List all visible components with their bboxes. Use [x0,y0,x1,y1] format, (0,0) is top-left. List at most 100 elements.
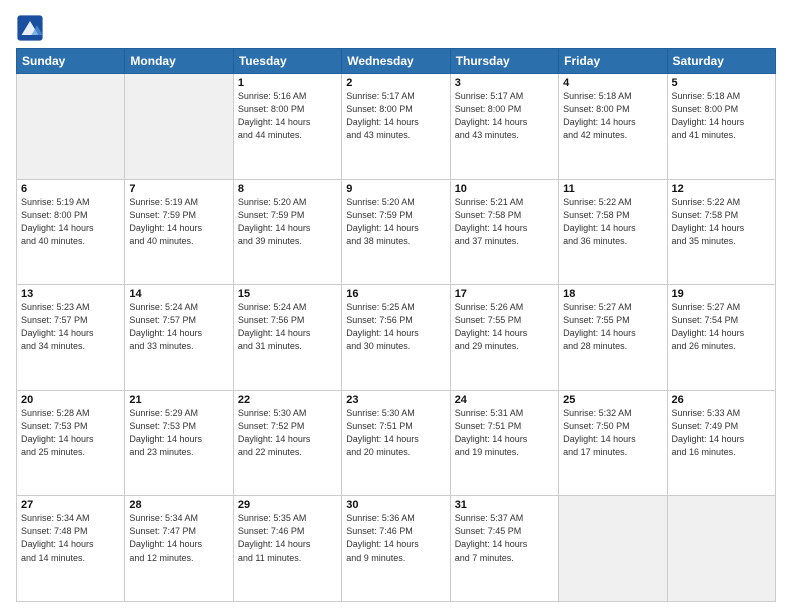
calendar-cell [559,496,667,602]
day-number: 11 [563,183,662,195]
day-number: 21 [129,394,228,406]
day-info: Sunrise: 5:22 AM Sunset: 7:58 PM Dayligh… [672,196,771,248]
day-info: Sunrise: 5:32 AM Sunset: 7:50 PM Dayligh… [563,407,662,459]
calendar-cell: 25Sunrise: 5:32 AM Sunset: 7:50 PM Dayli… [559,390,667,496]
day-number: 9 [346,183,445,195]
calendar-cell: 23Sunrise: 5:30 AM Sunset: 7:51 PM Dayli… [342,390,450,496]
week-row-3: 13Sunrise: 5:23 AM Sunset: 7:57 PM Dayli… [17,285,776,391]
day-number: 14 [129,288,228,300]
weekday-header-thursday: Thursday [450,49,558,74]
day-number: 3 [455,77,554,89]
day-info: Sunrise: 5:31 AM Sunset: 7:51 PM Dayligh… [455,407,554,459]
day-info: Sunrise: 5:17 AM Sunset: 8:00 PM Dayligh… [455,90,554,142]
header [16,10,776,42]
day-number: 12 [672,183,771,195]
day-info: Sunrise: 5:20 AM Sunset: 7:59 PM Dayligh… [346,196,445,248]
week-row-1: 1Sunrise: 5:16 AM Sunset: 8:00 PM Daylig… [17,74,776,180]
calendar-cell: 29Sunrise: 5:35 AM Sunset: 7:46 PM Dayli… [233,496,341,602]
day-number: 8 [238,183,337,195]
weekday-header-sunday: Sunday [17,49,125,74]
calendar-cell: 11Sunrise: 5:22 AM Sunset: 7:58 PM Dayli… [559,179,667,285]
day-number: 27 [21,499,120,511]
calendar-cell: 26Sunrise: 5:33 AM Sunset: 7:49 PM Dayli… [667,390,775,496]
day-info: Sunrise: 5:24 AM Sunset: 7:56 PM Dayligh… [238,301,337,353]
day-number: 5 [672,77,771,89]
day-number: 1 [238,77,337,89]
day-info: Sunrise: 5:17 AM Sunset: 8:00 PM Dayligh… [346,90,445,142]
day-info: Sunrise: 5:30 AM Sunset: 7:52 PM Dayligh… [238,407,337,459]
calendar-cell: 24Sunrise: 5:31 AM Sunset: 7:51 PM Dayli… [450,390,558,496]
day-number: 23 [346,394,445,406]
day-number: 7 [129,183,228,195]
day-number: 30 [346,499,445,511]
week-row-5: 27Sunrise: 5:34 AM Sunset: 7:48 PM Dayli… [17,496,776,602]
day-info: Sunrise: 5:18 AM Sunset: 8:00 PM Dayligh… [672,90,771,142]
logo [16,14,48,42]
day-info: Sunrise: 5:18 AM Sunset: 8:00 PM Dayligh… [563,90,662,142]
weekday-header-monday: Monday [125,49,233,74]
weekday-header-friday: Friday [559,49,667,74]
day-info: Sunrise: 5:30 AM Sunset: 7:51 PM Dayligh… [346,407,445,459]
day-number: 18 [563,288,662,300]
weekday-row: SundayMondayTuesdayWednesdayThursdayFrid… [17,49,776,74]
day-info: Sunrise: 5:20 AM Sunset: 7:59 PM Dayligh… [238,196,337,248]
week-row-4: 20Sunrise: 5:28 AM Sunset: 7:53 PM Dayli… [17,390,776,496]
calendar-cell: 28Sunrise: 5:34 AM Sunset: 7:47 PM Dayli… [125,496,233,602]
day-number: 31 [455,499,554,511]
day-info: Sunrise: 5:29 AM Sunset: 7:53 PM Dayligh… [129,407,228,459]
day-info: Sunrise: 5:34 AM Sunset: 7:47 PM Dayligh… [129,512,228,564]
day-info: Sunrise: 5:27 AM Sunset: 7:54 PM Dayligh… [672,301,771,353]
calendar-cell: 17Sunrise: 5:26 AM Sunset: 7:55 PM Dayli… [450,285,558,391]
calendar-cell: 21Sunrise: 5:29 AM Sunset: 7:53 PM Dayli… [125,390,233,496]
day-number: 16 [346,288,445,300]
day-number: 28 [129,499,228,511]
calendar-cell: 18Sunrise: 5:27 AM Sunset: 7:55 PM Dayli… [559,285,667,391]
weekday-header-saturday: Saturday [667,49,775,74]
day-number: 25 [563,394,662,406]
day-number: 10 [455,183,554,195]
day-number: 13 [21,288,120,300]
calendar-cell: 5Sunrise: 5:18 AM Sunset: 8:00 PM Daylig… [667,74,775,180]
logo-icon [16,14,44,42]
day-number: 4 [563,77,662,89]
calendar-cell: 2Sunrise: 5:17 AM Sunset: 8:00 PM Daylig… [342,74,450,180]
calendar-cell: 7Sunrise: 5:19 AM Sunset: 7:59 PM Daylig… [125,179,233,285]
day-number: 26 [672,394,771,406]
calendar-cell: 4Sunrise: 5:18 AM Sunset: 8:00 PM Daylig… [559,74,667,180]
day-number: 24 [455,394,554,406]
day-info: Sunrise: 5:34 AM Sunset: 7:48 PM Dayligh… [21,512,120,564]
day-info: Sunrise: 5:25 AM Sunset: 7:56 PM Dayligh… [346,301,445,353]
day-number: 29 [238,499,337,511]
calendar-cell: 30Sunrise: 5:36 AM Sunset: 7:46 PM Dayli… [342,496,450,602]
day-info: Sunrise: 5:28 AM Sunset: 7:53 PM Dayligh… [21,407,120,459]
calendar-cell: 16Sunrise: 5:25 AM Sunset: 7:56 PM Dayli… [342,285,450,391]
calendar-cell: 14Sunrise: 5:24 AM Sunset: 7:57 PM Dayli… [125,285,233,391]
day-info: Sunrise: 5:16 AM Sunset: 8:00 PM Dayligh… [238,90,337,142]
calendar-cell: 6Sunrise: 5:19 AM Sunset: 8:00 PM Daylig… [17,179,125,285]
day-number: 2 [346,77,445,89]
calendar-cell: 3Sunrise: 5:17 AM Sunset: 8:00 PM Daylig… [450,74,558,180]
calendar-cell: 10Sunrise: 5:21 AM Sunset: 7:58 PM Dayli… [450,179,558,285]
day-number: 17 [455,288,554,300]
calendar-cell: 8Sunrise: 5:20 AM Sunset: 7:59 PM Daylig… [233,179,341,285]
day-number: 22 [238,394,337,406]
weekday-header-tuesday: Tuesday [233,49,341,74]
calendar-cell: 1Sunrise: 5:16 AM Sunset: 8:00 PM Daylig… [233,74,341,180]
calendar-header: SundayMondayTuesdayWednesdayThursdayFrid… [17,49,776,74]
calendar-cell: 31Sunrise: 5:37 AM Sunset: 7:45 PM Dayli… [450,496,558,602]
week-row-2: 6Sunrise: 5:19 AM Sunset: 8:00 PM Daylig… [17,179,776,285]
calendar-cell: 15Sunrise: 5:24 AM Sunset: 7:56 PM Dayli… [233,285,341,391]
day-info: Sunrise: 5:27 AM Sunset: 7:55 PM Dayligh… [563,301,662,353]
day-info: Sunrise: 5:33 AM Sunset: 7:49 PM Dayligh… [672,407,771,459]
day-info: Sunrise: 5:19 AM Sunset: 8:00 PM Dayligh… [21,196,120,248]
page: SundayMondayTuesdayWednesdayThursdayFrid… [0,0,792,612]
calendar-cell: 13Sunrise: 5:23 AM Sunset: 7:57 PM Dayli… [17,285,125,391]
day-info: Sunrise: 5:21 AM Sunset: 7:58 PM Dayligh… [455,196,554,248]
day-info: Sunrise: 5:26 AM Sunset: 7:55 PM Dayligh… [455,301,554,353]
calendar-table: SundayMondayTuesdayWednesdayThursdayFrid… [16,48,776,602]
calendar-cell: 12Sunrise: 5:22 AM Sunset: 7:58 PM Dayli… [667,179,775,285]
day-number: 6 [21,183,120,195]
calendar-cell [17,74,125,180]
day-number: 15 [238,288,337,300]
day-info: Sunrise: 5:19 AM Sunset: 7:59 PM Dayligh… [129,196,228,248]
